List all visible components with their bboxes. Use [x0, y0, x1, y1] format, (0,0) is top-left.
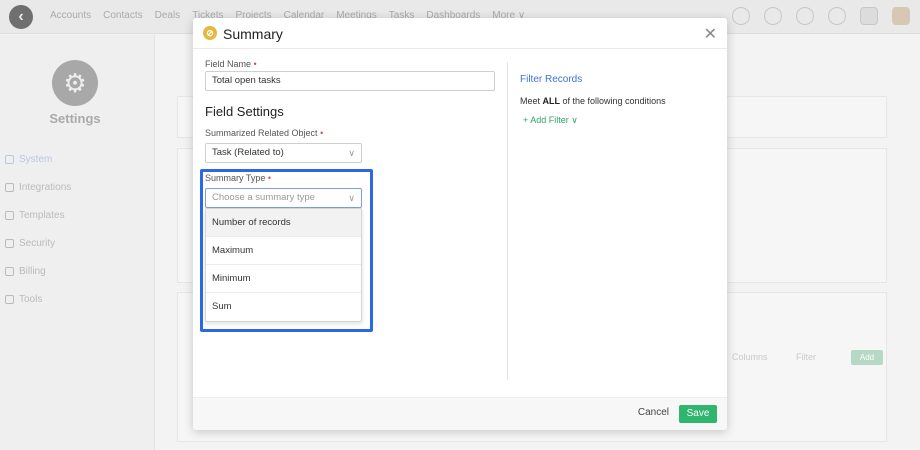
related-object-label: Summarized Related Object • — [205, 128, 323, 138]
save-button[interactable]: Save — [679, 405, 717, 423]
condition-suffix: of the following conditions — [560, 96, 666, 106]
system-icon — [5, 155, 14, 164]
sidebar-item-templates[interactable]: Templates — [5, 211, 71, 239]
sidebar-nav: System Integrations Templates Security B… — [5, 155, 71, 323]
sidebar-item-integrations[interactable]: Integrations — [5, 183, 71, 211]
shield-icon — [5, 239, 14, 248]
card-icon — [5, 267, 14, 276]
sidebar-item-label: Integrations — [19, 182, 72, 193]
tools-icon — [5, 295, 14, 304]
clock-icon[interactable] — [828, 7, 846, 25]
related-object-select[interactable]: Task (Related to) ∨ — [205, 143, 362, 163]
filter-records-title: Filter Records — [520, 74, 583, 85]
summary-icon: ⊘ — [203, 26, 217, 40]
nav-contacts[interactable]: Contacts — [103, 10, 142, 21]
summary-type-select[interactable]: Choose a summary type ∨ — [205, 188, 362, 208]
summary-type-label: Summary Type • — [205, 173, 271, 183]
avatar[interactable] — [892, 7, 910, 25]
label-text: Summarized Related Object — [205, 128, 318, 138]
summary-type-dropdown: Number of records Maximum Minimum Sum — [205, 208, 362, 322]
sidebar-item-label: System — [19, 154, 53, 165]
chevron-down-icon: ∨ — [348, 193, 355, 203]
sidebar-item-tools[interactable]: Tools — [5, 295, 71, 323]
required-marker: • — [320, 128, 324, 138]
help-icon[interactable] — [764, 7, 782, 25]
template-icon — [5, 211, 14, 220]
sidebar-item-label: Security — [19, 238, 56, 249]
sidebar-title: Settings — [49, 111, 101, 126]
field-name-label: Field Name • — [205, 59, 257, 69]
label-text: Field Name — [205, 59, 252, 69]
field-name-input[interactable]: Total open tasks — [205, 71, 495, 91]
search-icon[interactable] — [732, 7, 750, 25]
required-marker: • — [253, 59, 257, 69]
summary-modal: ⊘ Summary ✕ Field Name • Total open task… — [193, 18, 727, 430]
option-sum[interactable]: Sum — [206, 293, 361, 321]
columns-button[interactable]: Columns — [732, 352, 768, 362]
top-icons — [732, 7, 910, 25]
cancel-button[interactable]: Cancel — [638, 407, 669, 418]
modal-title: Summary — [223, 26, 283, 42]
add-button[interactable]: Add — [851, 350, 883, 365]
sidebar-item-label: Templates — [19, 210, 65, 221]
option-number-of-records[interactable]: Number of records — [206, 209, 361, 237]
modal-header: ⊘ Summary ✕ — [193, 18, 727, 49]
modal-footer: Cancel Save — [193, 397, 727, 430]
sidebar-item-label: Billing — [19, 266, 46, 277]
app-logo-icon[interactable]: ‹ — [9, 5, 33, 29]
close-icon[interactable]: ✕ — [704, 24, 717, 44]
select-placeholder: Choose a summary type — [212, 192, 315, 203]
required-marker: • — [267, 173, 272, 183]
settings-sidebar: ⚙ Settings System Integrations Templates… — [0, 35, 155, 450]
condition-all: ALL — [542, 96, 561, 106]
settings-gear-icon: ⚙ — [52, 60, 98, 106]
sidebar-item-billing[interactable]: Billing — [5, 267, 71, 295]
share-icon — [5, 183, 14, 192]
filter-button[interactable]: Filter — [796, 352, 816, 362]
select-value: Task (Related to) — [212, 147, 284, 158]
sidebar-item-label: Tools — [19, 294, 43, 305]
condition-prefix: Meet — [520, 96, 543, 106]
column-divider — [507, 62, 508, 380]
bell-icon[interactable] — [796, 7, 814, 25]
field-settings-heading: Field Settings — [205, 104, 284, 119]
option-minimum[interactable]: Minimum — [206, 265, 361, 293]
sidebar-item-security[interactable]: Security — [5, 239, 71, 267]
nav-accounts[interactable]: Accounts — [50, 10, 91, 21]
sidebar-item-system[interactable]: System — [5, 155, 71, 183]
filter-condition-text: Meet ALL of the following conditions — [520, 96, 666, 106]
label-text: Summary Type — [205, 173, 266, 183]
nav-deals[interactable]: Deals — [155, 10, 181, 21]
chevron-down-icon: ∨ — [348, 148, 355, 158]
gear-icon[interactable] — [860, 7, 878, 25]
add-filter-button[interactable]: + Add Filter ∨ — [523, 115, 578, 126]
option-maximum[interactable]: Maximum — [206, 237, 361, 265]
